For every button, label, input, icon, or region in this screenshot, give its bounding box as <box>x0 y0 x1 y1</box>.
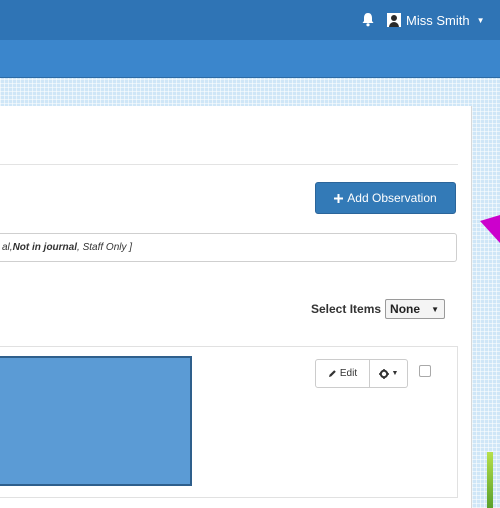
plus-icon <box>334 193 344 203</box>
bell-icon[interactable] <box>361 12 375 27</box>
chevron-down-icon: ▼ <box>431 304 440 314</box>
settings-dropdown-button[interactable]: ▼ <box>370 359 408 388</box>
gear-icon <box>378 368 389 379</box>
edit-button[interactable]: Edit <box>315 359 370 388</box>
select-items-label: Select Items <box>311 302 382 316</box>
observation-image[interactable] <box>0 356 192 486</box>
edit-label: Edit <box>339 368 358 379</box>
nav-bar <box>0 40 500 78</box>
chevron-down-icon: ▼ <box>476 15 485 25</box>
top-bar: Miss Smith ▼ <box>0 0 500 40</box>
select-observation-checkbox[interactable] <box>419 365 431 377</box>
select-items-dropdown[interactable]: None ▼ <box>385 299 446 319</box>
observation-actions: Edit ▼ <box>315 359 408 388</box>
filter-text-bold: Not in journal <box>12 242 78 253</box>
select-items-row: Select Items None ▼ <box>311 298 446 320</box>
user-name: Miss Smith <box>406 12 470 28</box>
chevron-down-icon: ▼ <box>391 370 399 377</box>
filter-text-start: al, <box>2 242 13 253</box>
pointer-arrow-icon <box>480 215 500 243</box>
pencil-icon <box>328 370 336 377</box>
user-menu[interactable]: Miss Smith ▼ <box>387 10 484 30</box>
filter-summary[interactable]: al, Not in journal , Staff Only ] <box>0 233 457 262</box>
header-divider <box>0 164 458 165</box>
select-items-value: None <box>390 302 421 316</box>
user-icon <box>387 13 401 27</box>
filter-text-end: , Staff Only ] <box>77 242 133 253</box>
add-observation-label: Add Observation <box>347 191 437 205</box>
add-observation-button[interactable]: Add Observation <box>315 182 456 214</box>
decorative-accent <box>487 452 493 508</box>
